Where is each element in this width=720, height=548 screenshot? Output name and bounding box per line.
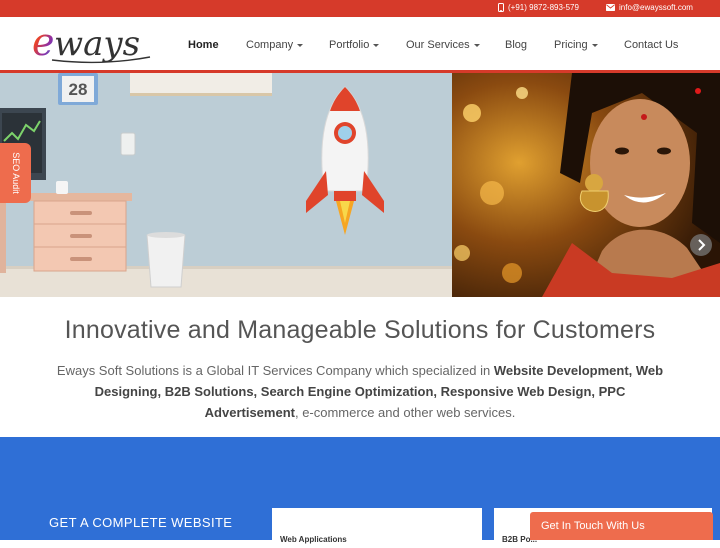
nav-portfolio-label: Portfolio: [329, 39, 370, 51]
calendar-date: 28: [69, 80, 88, 99]
band-title: GET A COMPLETE WEBSITE: [49, 515, 233, 530]
page-headline: Innovative and Manageable Solutions for …: [64, 316, 656, 344]
slider-next-button[interactable]: [690, 234, 712, 256]
nav-pricing-label: Pricing: [554, 39, 588, 51]
main-navbar: e ways Home Company Portfolio Our Servic…: [0, 17, 720, 73]
top-contact-bar: (+91) 9872-893-579 info@ewayssoft.com: [0, 0, 720, 17]
chevron-right-icon: [698, 239, 706, 251]
intro-paragraph: Eways Soft Solutions is a Global IT Serv…: [50, 360, 670, 423]
intro-text-2: , e-commerce and other web services.: [294, 405, 516, 420]
caret-down-icon: [591, 43, 598, 47]
intro-text-1: Eways Soft Solutions is a Global IT Serv…: [56, 363, 494, 378]
nav-pricing[interactable]: Pricing: [554, 17, 598, 73]
nav-portfolio[interactable]: Portfolio: [329, 17, 380, 73]
hero-woman-photo: [452, 73, 720, 297]
caret-down-icon: [473, 43, 480, 47]
svg-text:e: e: [32, 20, 55, 64]
nav-blog-label: Blog: [505, 39, 528, 51]
nav-company-label: Company: [246, 39, 294, 51]
svg-text:ways: ways: [54, 24, 140, 64]
caret-down-icon: [297, 43, 304, 47]
hero-slider[interactable]: 28: [0, 73, 720, 297]
nav-our-services[interactable]: Our Services: [406, 17, 480, 73]
nav-contact-us[interactable]: Contact Us: [624, 17, 678, 73]
seo-audit-tab[interactable]: SEO Audit: [0, 143, 31, 203]
email-contact[interactable]: info@ewayssoft.com: [606, 3, 693, 12]
service-card-web-applications[interactable]: Web Applications: [272, 508, 482, 548]
hero-office-illustration: 28: [0, 73, 452, 297]
phone-icon: [498, 3, 504, 12]
nav-company[interactable]: Company: [246, 17, 304, 73]
envelope-icon: [606, 4, 615, 11]
email-address: info@ewayssoft.com: [619, 3, 693, 12]
eways-logo[interactable]: e ways: [32, 19, 156, 69]
phone-number: (+91) 9872-893-579: [508, 3, 579, 12]
phone-contact[interactable]: (+91) 9872-893-579: [498, 3, 579, 12]
nav-contact-us-label: Contact Us: [624, 39, 679, 51]
woman-photo-image: [452, 73, 720, 297]
seo-audit-label: SEO Audit: [10, 152, 21, 194]
nav-home-label: Home: [188, 39, 219, 51]
nav-our-services-label: Our Services: [406, 39, 470, 51]
nav-blog[interactable]: Blog: [505, 17, 527, 73]
get-in-touch-button[interactable]: Get In Touch With Us: [530, 512, 713, 540]
nav-home[interactable]: Home: [188, 17, 219, 73]
caret-down-icon: [373, 43, 380, 47]
office-scene-image: 28: [0, 73, 452, 297]
